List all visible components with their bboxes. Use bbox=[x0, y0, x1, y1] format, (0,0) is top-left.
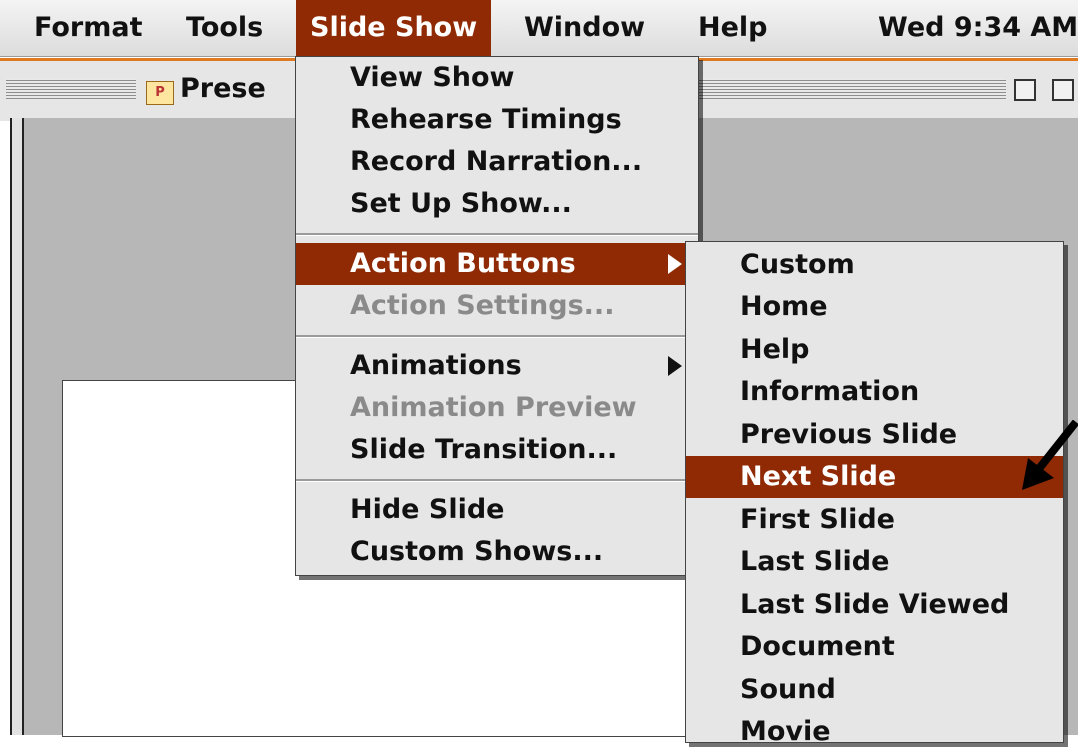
menu-item-action-settings[interactable]: Action Settings... bbox=[296, 285, 698, 327]
action-buttons-submenu: Custom Home Help Information Previous Sl… bbox=[685, 241, 1064, 747]
menu-help[interactable]: Help bbox=[684, 0, 782, 56]
menu-separator bbox=[296, 335, 698, 338]
submenu-item-last-slide[interactable]: Last Slide bbox=[686, 541, 1063, 583]
annotation-arrow-icon bbox=[1022, 420, 1078, 490]
submenu-arrow-icon bbox=[668, 356, 682, 376]
menu-item-record-narration[interactable]: Record Narration... bbox=[296, 141, 698, 183]
menu-item-rehearse-timings[interactable]: Rehearse Timings bbox=[296, 99, 698, 141]
collapse-box-icon[interactable] bbox=[1052, 79, 1074, 101]
submenu-item-information[interactable]: Information bbox=[686, 371, 1063, 413]
menu-slide-show[interactable]: Slide Show bbox=[296, 0, 492, 56]
menu-item-slide-transition[interactable]: Slide Transition... bbox=[296, 429, 698, 471]
title-bar-stripes-right bbox=[696, 78, 1006, 100]
submenu-item-next-slide[interactable]: Next Slide bbox=[686, 456, 1063, 498]
slide-show-menu: View Show Rehearse Timings Record Narrat… bbox=[295, 56, 699, 576]
submenu-item-home[interactable]: Home bbox=[686, 286, 1063, 328]
submenu-item-custom[interactable]: Custom bbox=[686, 244, 1063, 286]
menu-item-custom-shows[interactable]: Custom Shows... bbox=[296, 531, 698, 573]
menu-bar: Format Tools Slide Show Window Help Wed … bbox=[0, 0, 1078, 57]
title-bar-stripes bbox=[6, 78, 136, 100]
menu-window[interactable]: Window bbox=[510, 0, 659, 56]
menu-separator bbox=[296, 233, 698, 236]
menu-item-view-show[interactable]: View Show bbox=[296, 57, 698, 99]
menu-tools[interactable]: Tools bbox=[172, 0, 277, 56]
submenu-item-first-slide[interactable]: First Slide bbox=[686, 499, 1063, 541]
menubar-clock[interactable]: Wed 9:34 AM bbox=[878, 0, 1078, 56]
menu-item-set-up-show[interactable]: Set Up Show... bbox=[296, 183, 698, 225]
submenu-item-movie[interactable]: Movie bbox=[686, 711, 1063, 753]
submenu-item-last-slide-viewed[interactable]: Last Slide Viewed bbox=[686, 584, 1063, 626]
submenu-item-help[interactable]: Help bbox=[686, 329, 1063, 371]
submenu-item-document[interactable]: Document bbox=[686, 626, 1063, 668]
window-border bbox=[10, 118, 12, 735]
powerpoint-document-icon: P bbox=[146, 81, 174, 105]
submenu-item-previous-slide[interactable]: Previous Slide bbox=[686, 414, 1063, 456]
submenu-item-sound[interactable]: Sound bbox=[686, 669, 1063, 711]
zoom-box-icon[interactable] bbox=[1014, 79, 1036, 101]
submenu-arrow-icon bbox=[668, 254, 682, 274]
menu-item-hide-slide[interactable]: Hide Slide bbox=[296, 489, 698, 531]
window-title: Prese bbox=[180, 73, 266, 104]
menu-item-animations[interactable]: Animations bbox=[296, 345, 698, 387]
window-frame bbox=[12, 118, 22, 735]
menu-separator bbox=[296, 479, 698, 482]
menu-item-action-buttons[interactable]: Action Buttons bbox=[296, 243, 698, 285]
menu-format[interactable]: Format bbox=[20, 0, 156, 56]
menu-item-animation-preview[interactable]: Animation Preview bbox=[296, 387, 698, 429]
